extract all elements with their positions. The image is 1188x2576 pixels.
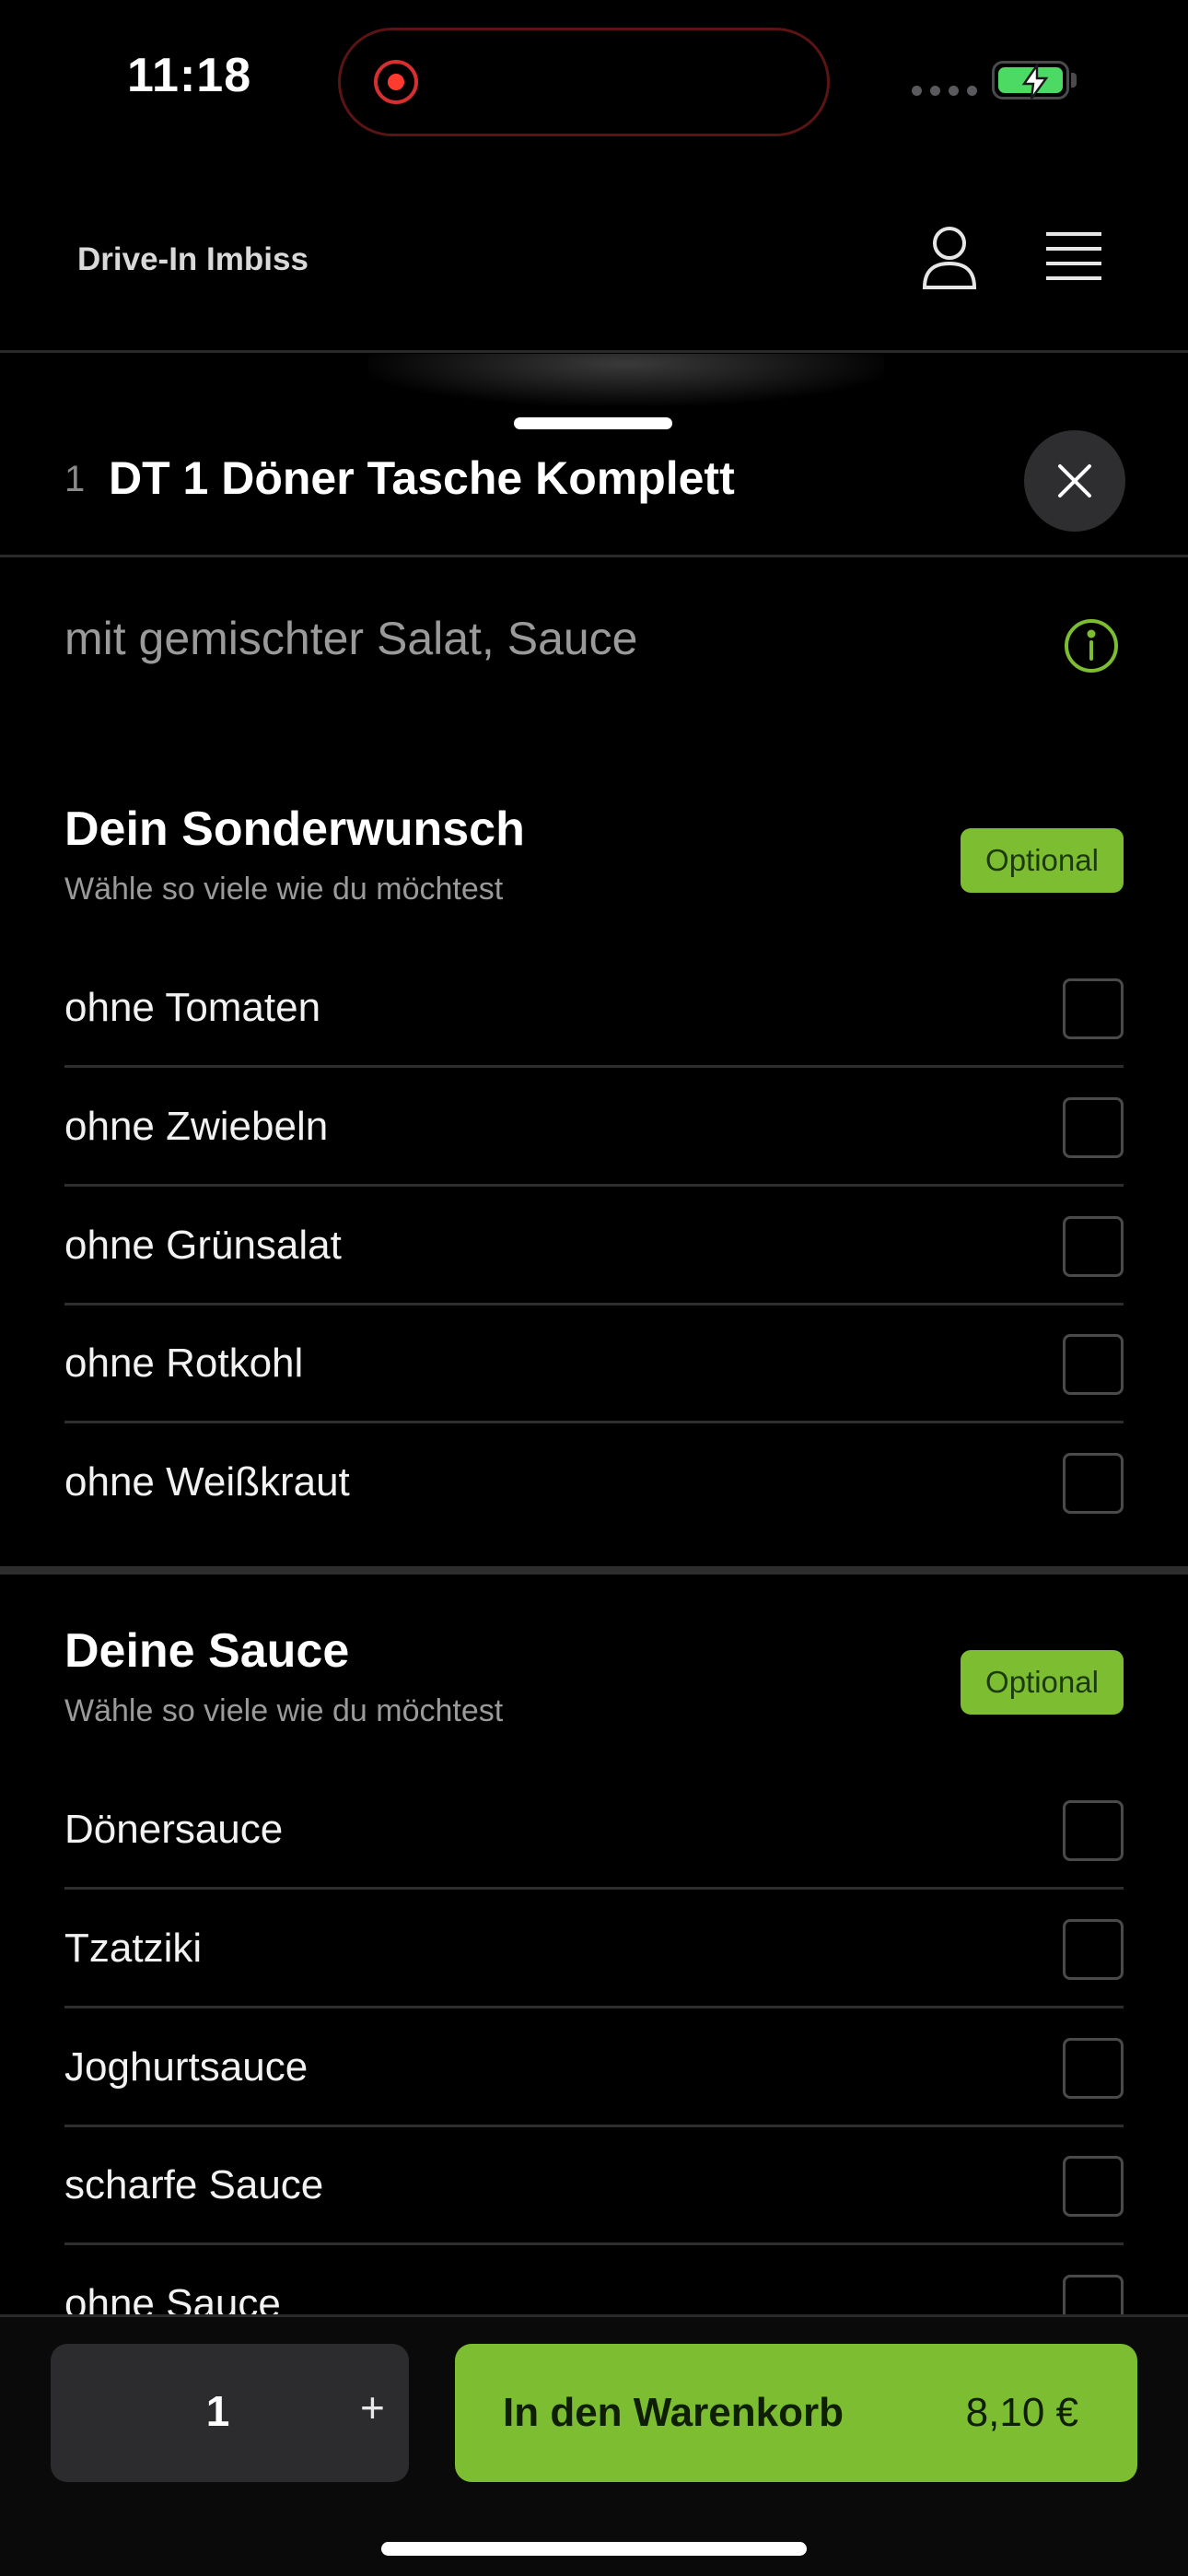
option-checkbox[interactable] xyxy=(1063,1800,1124,1861)
battery-nub xyxy=(1071,73,1077,88)
sheet-grabber[interactable] xyxy=(514,417,672,429)
option-checkbox[interactable] xyxy=(1063,1097,1124,1158)
signal-icon xyxy=(912,86,977,96)
option-label: ohne Weißkraut xyxy=(64,1459,350,1505)
close-button[interactable] xyxy=(1024,430,1125,532)
option-label: Tzatziki xyxy=(64,1926,203,1971)
dynamic-island xyxy=(338,28,830,136)
option-row[interactable]: Joghurtsauce xyxy=(64,2008,1124,2127)
option-checkbox[interactable] xyxy=(1063,1919,1124,1980)
option-checkbox[interactable] xyxy=(1063,1216,1124,1277)
option-row[interactable]: ohne Grünsalat xyxy=(64,1187,1124,1306)
battery-icon xyxy=(992,61,1069,100)
brand-name[interactable]: Drive-In Imbiss xyxy=(77,241,309,278)
option-checkbox[interactable] xyxy=(1063,2038,1124,2099)
plus-button[interactable]: + xyxy=(360,2383,385,2432)
option-label: ohne Tomaten xyxy=(64,985,321,1030)
home-indicator[interactable] xyxy=(381,2542,807,2556)
item-number: 1 xyxy=(64,459,86,499)
add-to-cart-button[interactable]: In den Warenkorb 8,10 € xyxy=(455,2344,1137,2482)
recording-icon xyxy=(374,60,418,104)
group-subtitle: Wähle so viele wie du möchtest xyxy=(64,872,504,907)
option-row[interactable]: Tzatziki xyxy=(64,1890,1124,2008)
menu-icon[interactable] xyxy=(1044,230,1103,284)
optional-badge: Optional xyxy=(961,1650,1124,1715)
item-title: DT 1 Döner Tasche Komplett xyxy=(109,452,735,504)
option-checkbox[interactable] xyxy=(1063,1334,1124,1395)
sheet-divider xyxy=(0,555,1188,557)
info-icon[interactable] xyxy=(1064,618,1119,673)
quantity-stepper[interactable]: 1 + xyxy=(51,2344,409,2482)
hero-image xyxy=(368,354,884,405)
cart-price: 8,10 € xyxy=(965,2390,1078,2435)
optional-badge: Optional xyxy=(961,828,1124,893)
header-divider xyxy=(0,350,1188,353)
option-label: scharfe Sauce xyxy=(64,2162,324,2207)
option-row[interactable]: ohne Rotkohl xyxy=(64,1305,1124,1423)
close-icon xyxy=(1058,464,1091,498)
user-icon[interactable] xyxy=(919,225,980,291)
option-checkbox[interactable] xyxy=(1063,2156,1124,2217)
option-label: ohne Rotkohl xyxy=(64,1341,304,1386)
option-label: ohne Grünsalat xyxy=(64,1223,342,1268)
quantity-value: 1 xyxy=(205,2387,230,2435)
status-time: 11:18 xyxy=(127,49,252,102)
option-label: ohne Zwiebeln xyxy=(64,1104,329,1149)
option-checkbox[interactable] xyxy=(1063,978,1124,1039)
option-label: Dönersauce xyxy=(64,1807,284,1852)
section-divider xyxy=(0,1566,1188,1575)
option-row[interactable]: ohne Tomaten xyxy=(64,949,1124,1068)
option-row[interactable]: Dönersauce xyxy=(64,1771,1124,1890)
add-to-cart-label: In den Warenkorb xyxy=(503,2390,844,2435)
option-row[interactable]: scharfe Sauce xyxy=(64,2126,1124,2245)
option-row[interactable]: ohne Zwiebeln xyxy=(64,1068,1124,1187)
option-label: Joghurtsauce xyxy=(64,2044,309,2090)
group-title: Deine Sauce xyxy=(64,1624,350,1678)
item-description: mit gemischter Salat, Sauce xyxy=(64,613,638,664)
group-subtitle: Wähle so viele wie du möchtest xyxy=(64,1693,504,1728)
group-title: Dein Sonderwunsch xyxy=(64,802,525,856)
option-checkbox[interactable] xyxy=(1063,1453,1124,1514)
option-row[interactable]: ohne Weißkraut xyxy=(64,1423,1124,1542)
